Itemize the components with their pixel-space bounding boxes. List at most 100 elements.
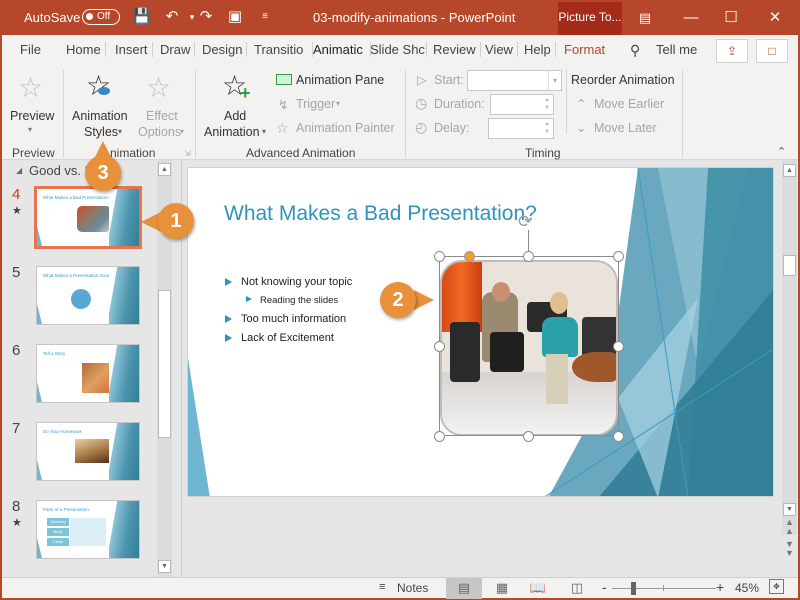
zoom-out-button[interactable]: - [602,579,607,595]
animation-painter-button[interactable]: ☆ Animation Painter [274,120,399,138]
tab-slide-show[interactable]: Slide Shc [370,42,427,57]
zoom-slider[interactable] [612,588,716,589]
move-earlier-button[interactable]: ⌃ Move Earlier [574,95,664,113]
zoom-slider-thumb[interactable] [631,582,637,595]
slide-thumbnail-7[interactable]: Do Your Homework [36,422,140,481]
effect-options-label-2: Options [138,125,182,139]
save-icon[interactable]: 💾 [132,7,152,27]
resize-handle[interactable] [613,341,624,352]
zoom-level[interactable]: 45% [735,581,759,595]
ribbon-display-options-icon[interactable]: ▤ [622,0,668,35]
rotate-handle-icon[interactable]: ⟳ [518,212,532,232]
slide-thumbnail-5[interactable]: What Makes a Presentation Good? [36,266,140,325]
thumbnail-decoration [109,267,139,324]
undo-icon[interactable]: ↶ [162,7,182,27]
animation-pane-button[interactable]: Animation Pane [274,72,384,90]
resize-handle[interactable] [434,341,445,352]
slide-thumbnail-4[interactable]: What Makes a Bad Presentation? [34,186,142,249]
slide-sorter-button[interactable]: ▦ [484,578,520,599]
duration-spinner[interactable]: ▲ ▼ [490,94,554,115]
zoom-in-button[interactable]: + [716,579,724,595]
move-later-button[interactable]: ⌄ Move Later [574,119,664,137]
trigger-button[interactable]: ↯ Trigger ▾ [274,96,354,114]
next-slide-icon[interactable]: ▼ ▼ [785,540,794,558]
scroll-up-button[interactable]: ▲ [783,164,796,177]
resize-handle[interactable] [523,251,534,262]
slide-thumbnail-6[interactable]: Tell a Story [36,344,140,403]
resize-handle[interactable] [613,251,624,262]
tab-view[interactable]: View [485,42,518,57]
dialog-launcher-icon[interactable]: ⇲ [184,149,191,158]
tab-draw[interactable]: Draw [160,42,196,57]
slide-thumbnail-8[interactable]: Parts of a Presentation Opening Body Clo… [36,500,140,559]
section-collapse-icon[interactable]: ◢ [16,166,22,175]
scrollbar-thumb[interactable] [783,255,796,276]
tab-home[interactable]: Home [66,42,106,57]
slide-canvas[interactable]: What Makes a Bad Presentation? Not knowi… [187,167,774,497]
tab-insert[interactable]: Insert [115,42,153,57]
animation-pane-label: Animation Pane [296,73,385,87]
animation-styles-button[interactable]: ☆ Animation Styles ▾ [70,69,132,141]
delay-label: Delay: [434,121,470,135]
resize-handle[interactable] [434,251,445,262]
tab-help[interactable]: Help [524,42,556,57]
move-earlier-label: Move Earlier [594,97,665,111]
ribbon-tabs: File Home Insert Draw Design Transitio A… [2,35,798,65]
close-icon[interactable]: ✕ [752,0,798,35]
resize-handle[interactable] [434,431,445,442]
slide-number: 7 [12,420,21,437]
start-dropdown[interactable]: ▾ [467,70,562,91]
normal-view-button[interactable]: ▤ [446,578,482,599]
callout-1: 1 [158,203,194,239]
delay-spinner[interactable]: ▲ ▼ [488,118,554,139]
slide-scrollbar[interactable] [782,160,797,535]
tab-review[interactable]: Review [433,42,481,57]
chevron-down-icon: ▾ [180,127,185,136]
notes-button[interactable]: ≡ Notes [377,578,437,599]
share-button[interactable]: ⇪ [716,39,748,63]
spinner-arrows-icon[interactable]: ▲ ▼ [542,120,552,137]
slide-title[interactable]: What Makes a Bad Presentation? [224,202,537,226]
collapse-ribbon-icon[interactable]: ⌃ [777,145,786,158]
thumbnail-title: Parts of a Presentation [43,507,89,512]
scroll-down-button[interactable]: ▼ [158,560,171,573]
preview-button[interactable]: ☆ Preview ▾ [6,69,58,139]
comments-button[interactable]: □ [756,39,788,63]
divider [682,70,683,158]
bullet-item[interactable]: Not knowing your topic [224,276,352,288]
thumbnail-decoration [109,501,139,558]
fit-to-window-button[interactable]: ✥ [769,579,784,594]
tab-design[interactable]: Design [202,42,248,57]
bullet-item[interactable]: Reading the slides [245,295,338,306]
resize-handle[interactable] [523,431,534,442]
start-from-beginning-icon[interactable]: ▣ [225,7,245,27]
adjustment-handle[interactable] [464,251,475,262]
tab-file[interactable]: File [20,42,41,57]
scroll-up-button[interactable]: ▲ [158,163,171,176]
deco-shape [188,358,210,496]
autosave-toggle[interactable]: Off [82,9,120,25]
effect-options-button[interactable]: ☆ Effect Options ▾ [138,69,188,141]
customize-qat-icon[interactable]: ≡ [255,7,275,27]
add-animation-button[interactable]: ☆ + Add Animation ▾ [202,69,270,141]
redo-icon[interactable]: ↷ [196,7,216,27]
clock-icon: ◷ [415,95,428,111]
tab-transitions[interactable]: Transitio [254,42,313,57]
slide-show-button[interactable]: ◫ [559,578,595,599]
scrollbar-thumb[interactable] [158,290,171,438]
animation-styles-icon: ☆ [86,70,112,101]
tell-me-search[interactable]: Tell me [656,42,697,57]
reading-view-button[interactable]: 📖 [520,578,556,599]
tab-format[interactable]: Format [564,42,605,57]
bullet-item[interactable]: Lack of Excitement [225,332,334,344]
previous-slide-icon[interactable]: ▲ ▲ [785,518,794,536]
bullet-item[interactable]: Too much information [224,313,346,325]
maximize-icon[interactable]: ☐ [708,0,754,35]
tab-animations[interactable]: Animatic [313,42,371,57]
thumbnail-image [77,206,111,232]
thumbnail-title: What Makes a Bad Presentation? [43,195,111,200]
spinner-arrows-icon[interactable]: ▲ ▼ [542,96,552,113]
scroll-down-button[interactable]: ▼ [783,503,796,516]
resize-handle[interactable] [613,431,624,442]
search-icon: ⚲ [630,42,641,58]
